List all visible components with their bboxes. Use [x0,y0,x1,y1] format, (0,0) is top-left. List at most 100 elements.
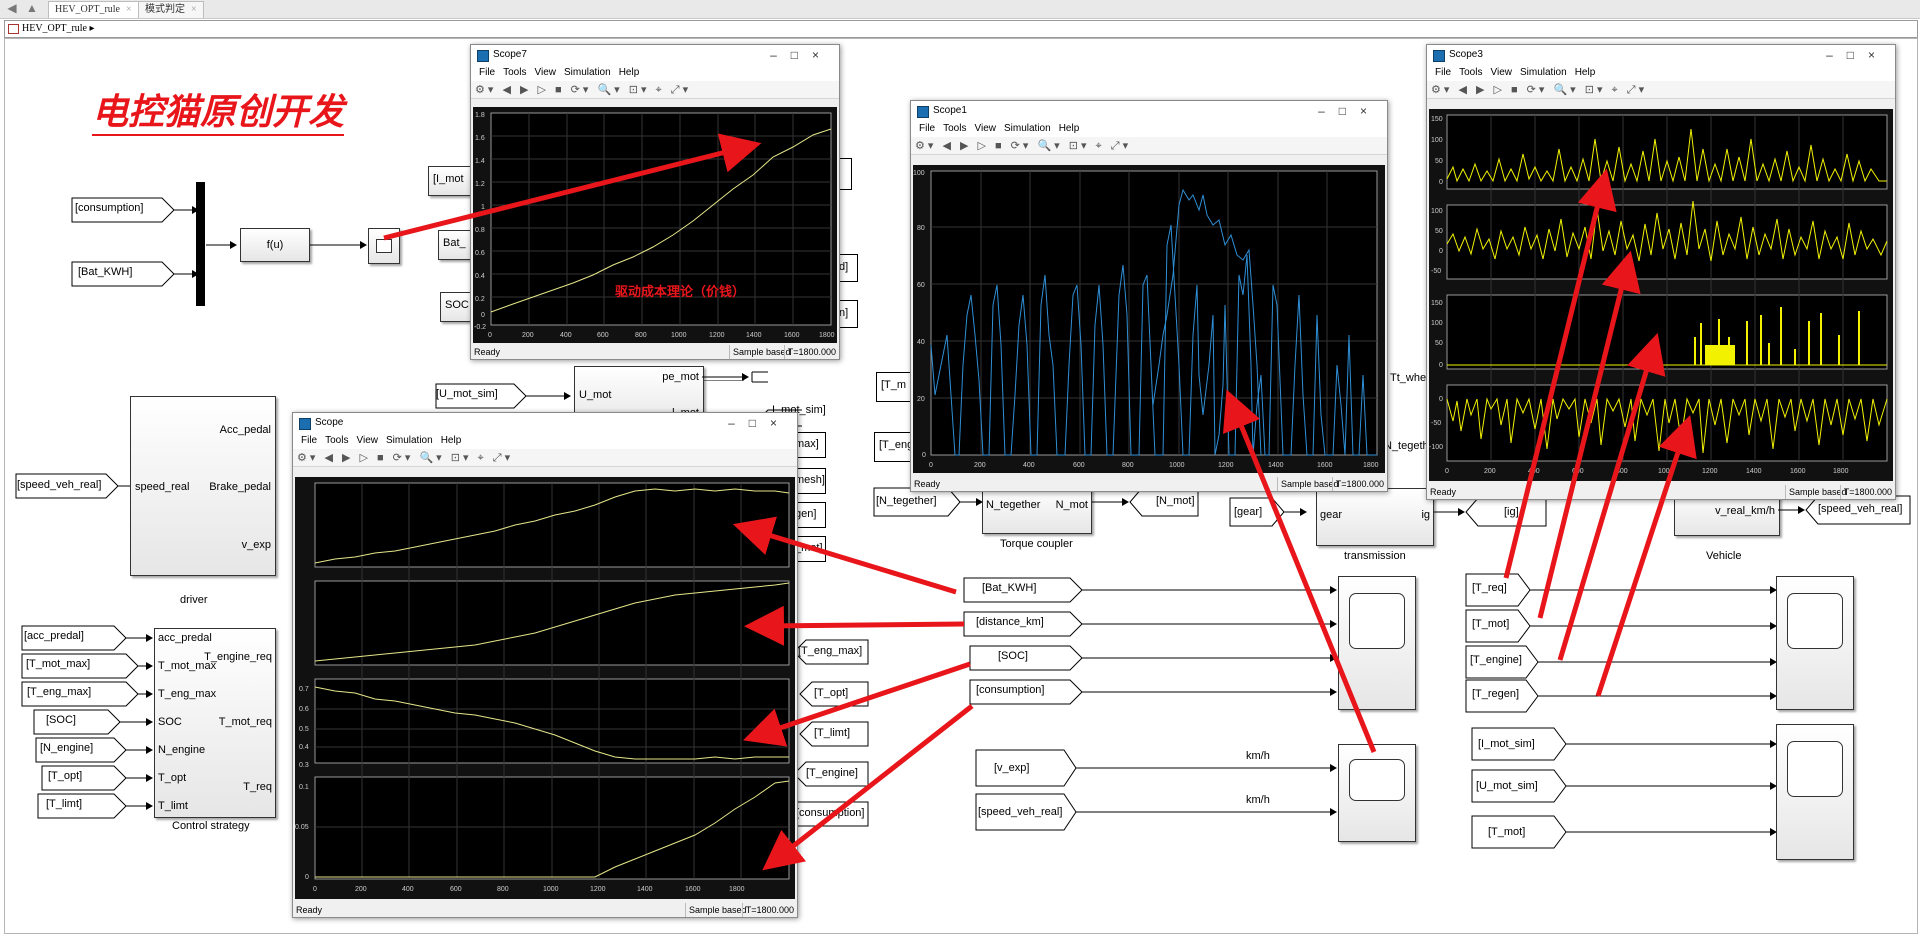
tag-consumption-r[interactable]: [consumption] [796,807,864,819]
tag-consumption-mid[interactable]: [consumption] [976,684,1044,696]
up-icon[interactable]: ▲ [22,1,42,16]
menu-simulation[interactable]: Simulation [1004,123,1051,134]
scope-block-1[interactable] [1338,576,1416,710]
menu-view[interactable]: View [974,123,996,134]
title-bar[interactable]: Scope7 –□× [471,45,839,65]
ytick: -0.2 [474,324,486,331]
menu-view[interactable]: View [534,67,556,78]
tag-u-mot-sim[interactable]: [U_mot_sim] [436,388,498,400]
tab-mode[interactable]: 模式判定 × [138,1,204,18]
tab-hev-opt-rule[interactable]: HEV_OPT_rule × [48,1,139,18]
tag-t-regen[interactable]: [T_regen] [1472,688,1519,700]
tag-speed-veh-real-out[interactable]: [speed_veh_real] [1818,503,1902,515]
tag-speed-veh-real-mid[interactable]: [speed_veh_real] [978,806,1062,818]
menu-file[interactable]: File [919,123,935,134]
back-icon[interactable]: ◀ [2,1,22,16]
scope3-window[interactable]: Scope3 –□× File Tools View Simulation Help ⚙▾… [1426,44,1896,500]
scope1-window[interactable]: Scope1 –□× File Tools View Simulation Help ⚙▾… [910,100,1388,492]
plot-area: 0.7 0.6 0.5 0.4 0.3 0.1 0.05 0 0 200 400… [295,477,795,899]
menu-help[interactable]: Help [619,67,640,78]
menu-simulation[interactable]: Simulation [564,67,611,78]
window-controls[interactable]: –□× [1826,45,1889,65]
tag-v-exp[interactable]: [v_exp] [994,762,1029,774]
close-icon[interactable]: × [191,4,197,15]
tag-bat-kwh-mid[interactable]: [Bat_KWH] [982,582,1036,594]
xtick: 1600 [685,886,701,893]
menu-file[interactable]: File [301,435,317,446]
tag-t-mot[interactable]: [T_mot] [1472,618,1509,630]
control-strategy-block[interactable]: acc_predal T_mot_max T_eng_max SOC N_eng… [154,628,276,818]
port-v-exp: v_exp [241,539,271,551]
scope-block-4[interactable] [1776,724,1854,860]
tag-n-tegether[interactable]: [N_tegether] [876,495,937,507]
menu-help[interactable]: Help [441,435,462,446]
fcn-block[interactable]: f(u) [240,228,310,262]
menu-help[interactable]: Help [1575,67,1596,78]
tag-bat-kwh[interactable]: [Bat_KWH] [78,266,132,278]
tag-t-opt-r[interactable]: [T_opt] [814,687,848,699]
tag-t-eng-max[interactable]: [T_eng_max] [27,686,91,698]
tag-acc-predal[interactable]: [acc_predal] [24,630,84,642]
breadcrumb[interactable]: HEV_OPT_rule ▸ [4,20,1918,38]
tag-soc-mid[interactable]: [SOC] [998,650,1028,662]
menu-tools[interactable]: Tools [325,435,348,446]
scope-block-3[interactable] [1776,576,1854,710]
menu-view[interactable]: View [1490,67,1512,78]
menu-help[interactable]: Help [1059,123,1080,134]
scope-window[interactable]: Scope –□× File Tools View Simulation Help ⚙▾ … [292,412,798,918]
close-icon[interactable]: × [126,4,132,15]
tag-t-mot-max[interactable]: [T_mot_max] [26,658,90,670]
window-controls[interactable]: –□× [1318,101,1381,121]
chevron-right-icon[interactable]: ▸ [90,23,95,34]
tag-t-opt[interactable]: [T_opt] [48,770,82,782]
torque-coupler-block[interactable]: N_tegether N_mot [982,486,1092,534]
tag-t-limt-r[interactable]: [T_limt] [814,727,850,739]
tag-gear[interactable]: [gear] [1234,506,1262,518]
tag-consumption[interactable]: [consumption] [75,202,143,214]
toolbar[interactable]: ⚙▾ ◀ ▶ ▷ ■ ⟳▾ 🔍▾ ⊡▾ ⌖ ⤢▾ [911,137,1387,155]
tag-i-mot-sim-r[interactable]: [I_mot_sim] [1478,738,1535,750]
driver-block[interactable]: speed_real Acc_pedal Brake_pedal v_exp [130,396,276,576]
status-ready: Ready [1430,487,1457,497]
tag-ig[interactable]: [ig] [1504,506,1519,518]
menu-file[interactable]: File [479,67,495,78]
window-controls[interactable]: –□× [728,413,791,433]
display-block[interactable] [368,228,400,264]
menu-tools[interactable]: Tools [1459,67,1482,78]
tag-distance-km[interactable]: [distance_km] [976,616,1044,628]
title-bar[interactable]: Scope1 –□× [911,101,1387,121]
menu-tools[interactable]: Tools [503,67,526,78]
menu-bar: File Tools View Simulation Help [293,433,797,449]
mux-block[interactable] [196,182,205,306]
tag-t-req[interactable]: [T_req] [1472,582,1507,594]
menu-file[interactable]: File [1435,67,1451,78]
tag-n-mot[interactable]: [N_mot] [1156,495,1195,507]
toolbar[interactable]: ⚙▾ ◀ ▶ ▷ ■ ⟳▾ 🔍▾ ⊡▾ ⌖ ⤢▾ [471,81,839,99]
tag-t-engine[interactable]: [T_engine] [1470,654,1522,666]
port-v-real: v_real_km/h [1715,505,1775,517]
toolbar[interactable]: ⚙▾ ◀ ▶ ▷ ■ ⟳▾ 🔍▾ ⊡▾ ⌖ ⤢▾ [293,449,797,467]
toolbar[interactable]: ⚙▾ ◀ ▶ ▷ ■ ⟳▾ 🔍▾ ⊡▾ ⌖ ⤢▾ [1427,81,1895,99]
tag-t-mot-r[interactable]: [T_mot] [1488,826,1525,838]
ytick: -100 [1429,444,1443,451]
tag-t-limt[interactable]: [T_limt] [46,798,82,810]
tag-u-mot-sim-r[interactable]: [U_mot_sim] [1476,780,1538,792]
tag-speed-veh-real[interactable]: [speed_veh_real] [17,479,101,491]
transmission-block[interactable]: gear ig [1316,488,1434,546]
scope7-window[interactable]: Scope7 –□× File Tools View Simulation Help ⚙▾… [470,44,840,360]
breadcrumb-path[interactable]: HEV_OPT_rule [22,23,87,34]
title-bar[interactable]: Scope –□× [293,413,797,433]
tag-soc[interactable]: [SOC] [46,714,76,726]
scope-block-2[interactable] [1338,744,1416,842]
menu-view[interactable]: View [356,435,378,446]
title-bar[interactable]: Scope3 –□× [1427,45,1895,65]
xtick: 1800 [819,332,835,339]
menu-simulation[interactable]: Simulation [386,435,433,446]
tag-t-eng-max-r[interactable]: [T_eng_max] [798,645,862,657]
port-n-tegether: N_tegeth [1384,440,1429,452]
window-controls[interactable]: –□× [770,45,833,65]
tag-n-engine[interactable]: [N_engine] [40,742,93,754]
menu-tools[interactable]: Tools [943,123,966,134]
menu-simulation[interactable]: Simulation [1520,67,1567,78]
tag-t-engine-r[interactable]: [T_engine] [806,767,858,779]
